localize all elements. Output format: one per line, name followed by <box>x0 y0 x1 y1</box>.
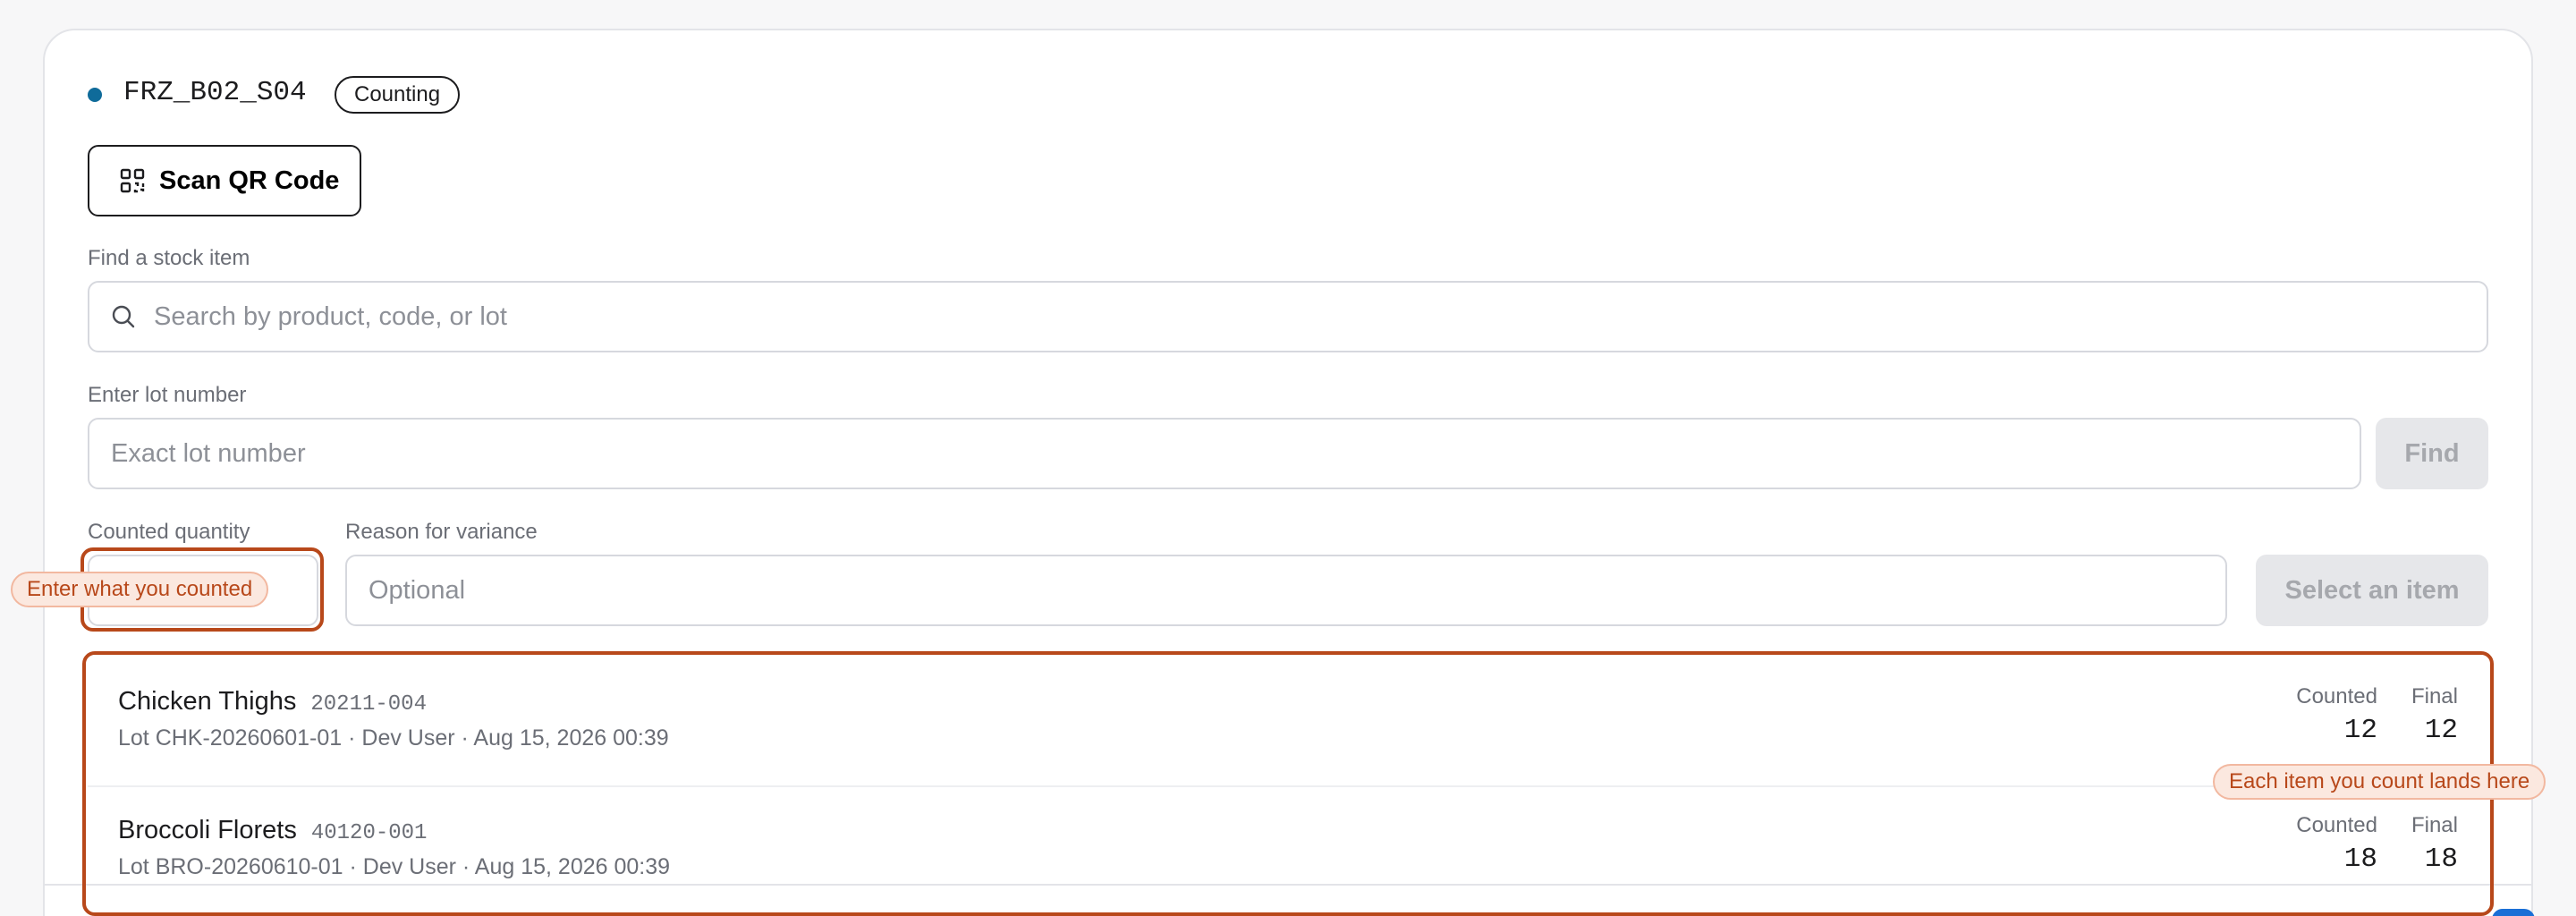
search-icon <box>112 305 135 328</box>
submit-count-button[interactable]: Select an item <box>2256 555 2488 626</box>
status-badge: Counting <box>335 76 461 114</box>
location-code: FRZ_B02_S04 <box>123 77 307 108</box>
variance-reason-label: Reason for variance <box>345 520 538 544</box>
quantity-callout: Enter what you counted <box>11 572 269 607</box>
list-callout: Each item you count lands here <box>2213 764 2546 800</box>
qr-code-icon <box>120 168 145 193</box>
counted-quantity-label: Counted quantity <box>88 520 250 544</box>
location-status-dot <box>88 88 102 102</box>
search-input[interactable] <box>88 281 2488 352</box>
list-highlight <box>82 651 2494 916</box>
search-label: Find a stock item <box>88 246 250 270</box>
find-lot-button[interactable]: Find <box>2376 418 2488 489</box>
search-field <box>88 281 2488 352</box>
lot-number-input[interactable] <box>88 418 2361 489</box>
variance-reason-input[interactable] <box>345 555 2227 626</box>
footer-action-edge <box>2492 909 2535 916</box>
scan-qr-button[interactable]: Scan QR Code <box>88 145 361 216</box>
lot-label: Enter lot number <box>88 383 247 407</box>
scan-qr-label: Scan QR Code <box>159 165 340 195</box>
